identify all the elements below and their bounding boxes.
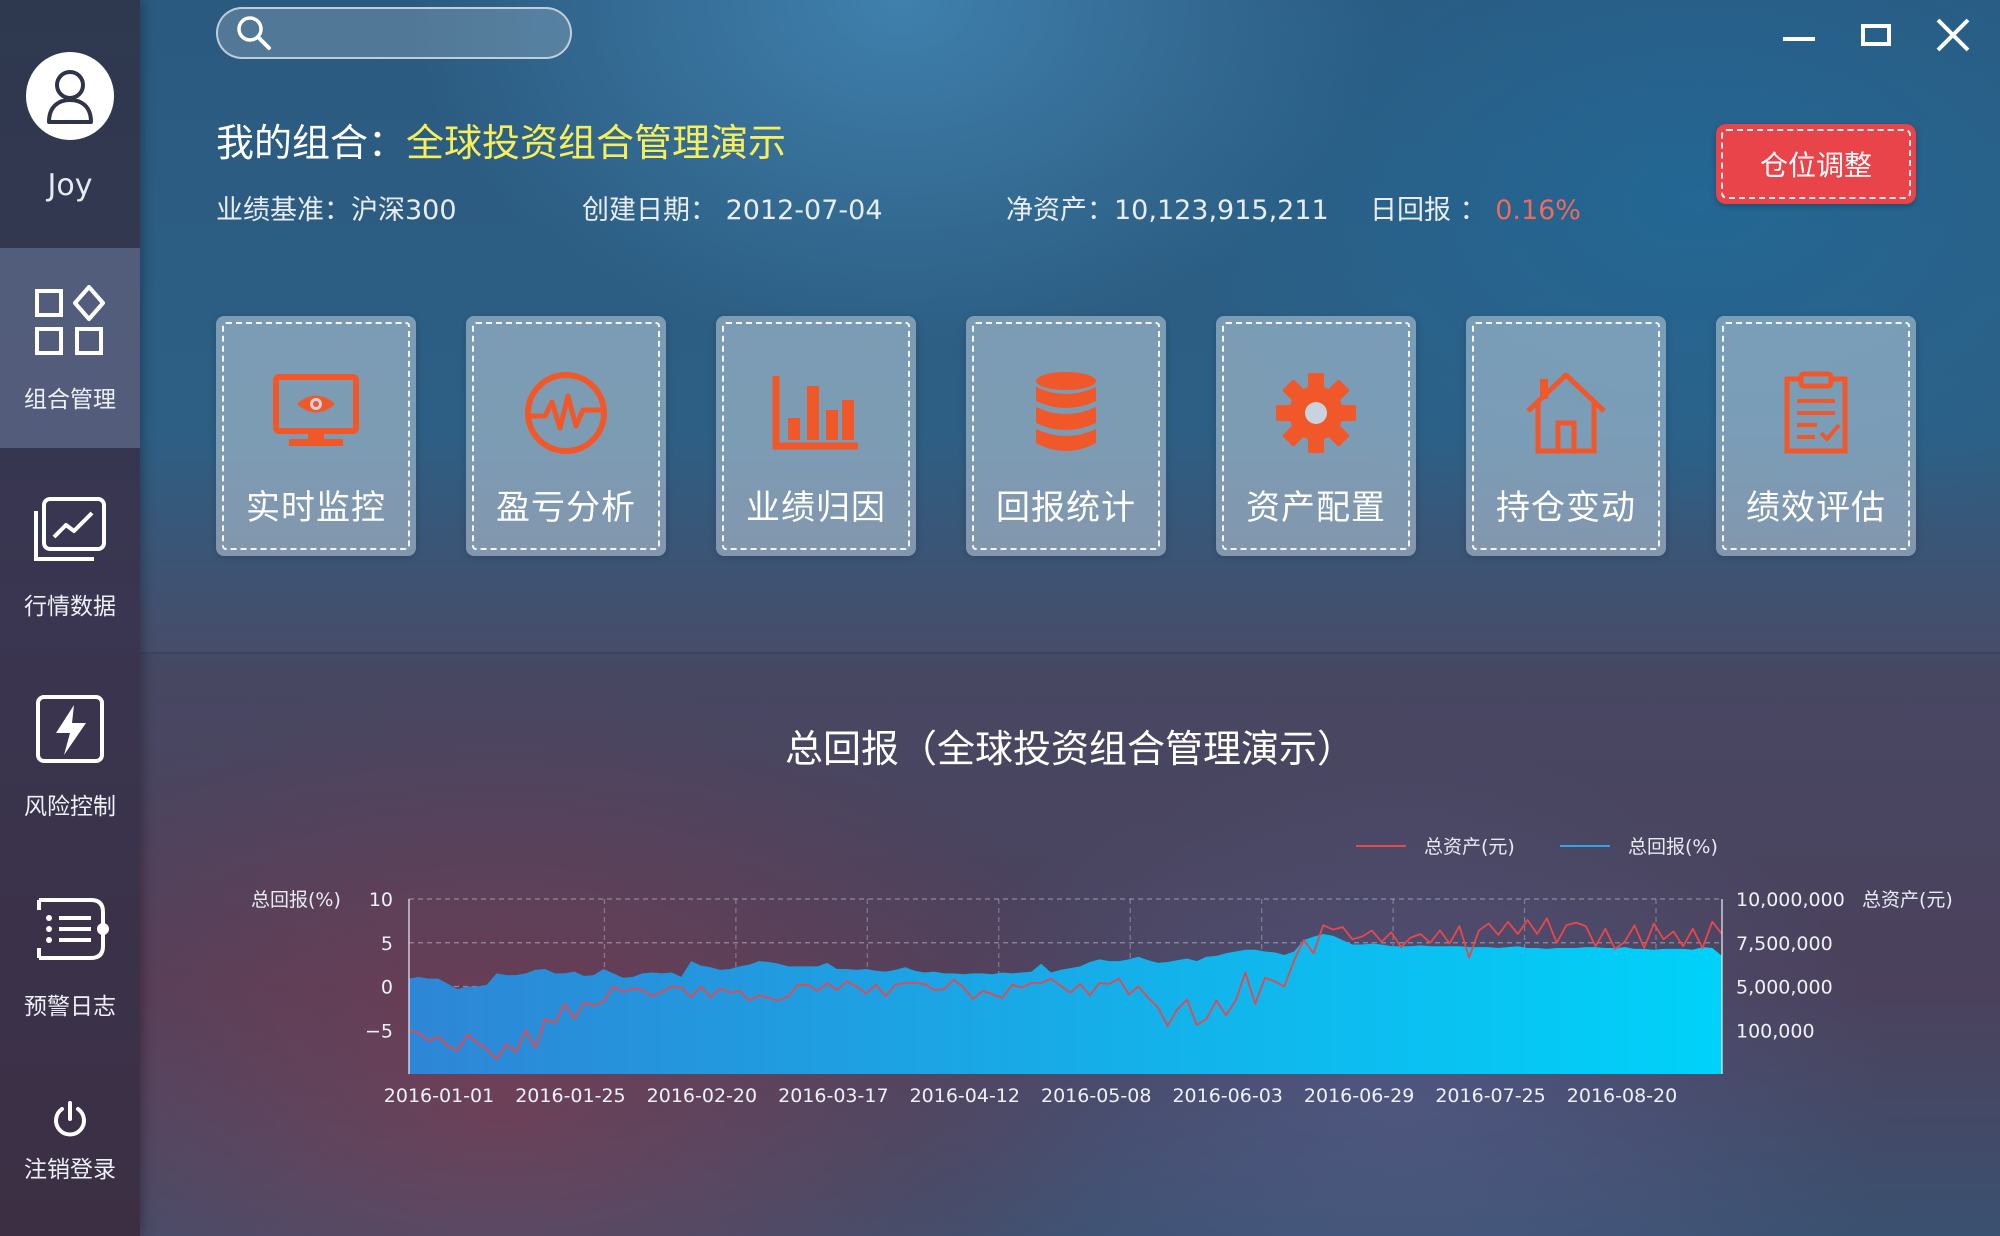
sidebar: Joy 组合管理 行情数据 风险控制 预警日志 注销登录	[0, 0, 140, 1236]
position-adjust-label: 仓位调整	[1721, 129, 1911, 199]
position-adjust-button[interactable]: 仓位调整	[1716, 124, 1916, 204]
sidebar-item-risk-control[interactable]: 风险控制	[0, 655, 140, 855]
module-label: 持仓变动	[1496, 488, 1636, 528]
legend-swatch-return	[1560, 844, 1610, 847]
market-chart-icon	[34, 497, 106, 561]
house-icon	[1526, 372, 1606, 454]
search-box[interactable]	[216, 7, 572, 59]
user-profile[interactable]: Joy	[0, 0, 140, 248]
search-icon	[237, 16, 271, 50]
clipboard-check-icon	[1784, 371, 1848, 454]
legend-label-return: 总回报(%)	[1628, 836, 1718, 858]
sidebar-item-alert-log[interactable]: 预警日志	[0, 855, 140, 1055]
legend-item-return[interactable]: 总回报(%)	[1560, 832, 1718, 859]
sidebar-item-market-data[interactable]: 行情数据	[0, 455, 140, 655]
sidebar-item-label: 组合管理	[24, 387, 116, 413]
sidebar-item-label: 预警日志	[24, 994, 116, 1020]
created-date-info: 创建日期： 2012-07-04	[582, 195, 883, 226]
monitor-eye-icon	[273, 374, 359, 446]
pulse-icon	[525, 372, 607, 454]
close-icon	[1936, 18, 1970, 52]
search-input[interactable]	[286, 20, 556, 46]
net-assets-info: 净资产：10,123,915,211	[1006, 195, 1329, 226]
module-performance-attribution[interactable]: 业绩归因	[716, 316, 916, 556]
portfolio-title-label: 我的组合：	[216, 121, 407, 165]
portfolio-name: 全球投资组合管理演示	[406, 121, 787, 165]
legend-label-assets: 总资产(元)	[1424, 836, 1515, 858]
close-button[interactable]	[1928, 12, 1978, 58]
module-label: 绩效评估	[1746, 488, 1886, 528]
logout-button[interactable]: 注销登录	[0, 1100, 140, 1210]
gear-icon	[1276, 373, 1356, 453]
legend-item-assets[interactable]: 总资产(元)	[1356, 832, 1515, 859]
benchmark-info: 业绩基准：沪深300	[216, 195, 457, 226]
daily-return-info: 日回报 ： 0.16%	[1370, 188, 1581, 227]
sidebar-item-portfolio[interactable]: 组合管理	[0, 248, 140, 448]
user-name: Joy	[47, 168, 93, 203]
chart-title: 总回报（全球投资组合管理演示）	[784, 727, 1355, 771]
grid-icon	[35, 285, 105, 355]
database-icon	[1036, 372, 1096, 451]
sidebar-item-label: 风险控制	[24, 794, 116, 820]
maximize-button[interactable]	[1851, 12, 1901, 58]
minimize-button[interactable]	[1774, 12, 1824, 58]
module-label: 实时监控	[246, 488, 386, 528]
module-label: 回报统计	[996, 488, 1136, 528]
bar-chart-icon	[772, 376, 858, 450]
module-return-statistics[interactable]: 回报统计	[966, 316, 1166, 556]
list-icon	[37, 898, 109, 960]
legend-swatch-assets	[1356, 844, 1406, 847]
module-pnl-analysis[interactable]: 盈亏分析	[466, 316, 666, 556]
maximize-icon	[1861, 24, 1891, 46]
portfolio-title: 我的组合：全球投资组合管理演示	[216, 112, 786, 167]
module-asset-allocation[interactable]: 资产配置	[1216, 316, 1416, 556]
lightning-icon	[36, 695, 104, 763]
module-performance-evaluation[interactable]: 绩效评估	[1716, 316, 1916, 556]
daily-return-value: 0.16%	[1495, 195, 1581, 226]
module-label: 业绩归因	[746, 488, 886, 528]
user-icon	[47, 70, 93, 124]
module-label: 盈亏分析	[496, 488, 636, 528]
module-label: 资产配置	[1246, 488, 1386, 528]
avatar[interactable]	[26, 52, 114, 140]
logout-label: 注销登录	[24, 1157, 116, 1183]
daily-return-label: 日回报 ：	[1370, 195, 1487, 226]
power-icon	[54, 1101, 86, 1137]
module-realtime-monitor[interactable]: 实时监控	[216, 316, 416, 556]
sidebar-item-label: 行情数据	[24, 594, 116, 620]
minimize-icon	[1783, 37, 1815, 41]
module-position-changes[interactable]: 持仓变动	[1466, 316, 1666, 556]
